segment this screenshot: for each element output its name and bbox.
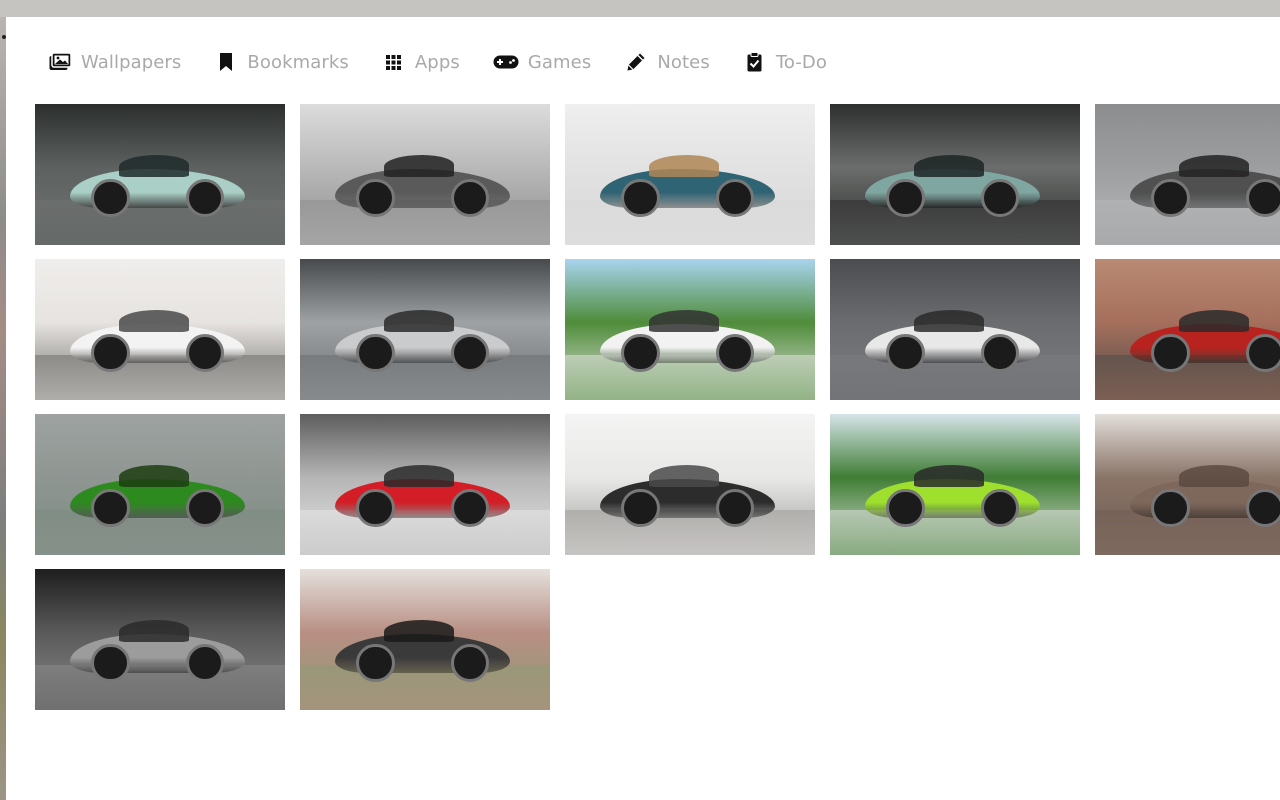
wallpaper-thumbnail[interactable] xyxy=(300,569,550,710)
nav-todo-label: To-Do xyxy=(775,51,827,73)
car-wheel xyxy=(621,178,660,217)
nav-notes[interactable]: Notes xyxy=(624,50,710,74)
car-wheel xyxy=(185,488,224,527)
wallpaper-thumbnail[interactable] xyxy=(1095,414,1280,555)
wallpaper-thumbnail[interactable] xyxy=(565,104,815,245)
bookmark-icon xyxy=(214,50,238,74)
car-wheel xyxy=(1151,333,1190,372)
car-cabin xyxy=(119,620,189,643)
wallpaper-thumbnail[interactable] xyxy=(300,104,550,245)
car-cabin xyxy=(914,155,984,178)
car-wheel xyxy=(450,178,489,217)
nav-games[interactable]: Games xyxy=(493,50,591,74)
car-wheel xyxy=(1151,488,1190,527)
gamepad-icon xyxy=(493,50,519,74)
car-cabin xyxy=(914,310,984,333)
car-wheel xyxy=(450,643,489,682)
car-wheel xyxy=(886,488,925,527)
car-cabin xyxy=(119,155,189,178)
car-cabin xyxy=(384,465,454,488)
car-wheel xyxy=(621,488,660,527)
car-wheel xyxy=(980,178,1019,217)
car-wheel xyxy=(91,643,130,682)
car-cabin xyxy=(119,310,189,333)
wallpaper-thumbnail[interactable] xyxy=(565,414,815,555)
car-wheel xyxy=(356,333,395,372)
wallpaper-thumbnail[interactable] xyxy=(830,259,1080,400)
car-cabin xyxy=(119,465,189,488)
car-wheel xyxy=(1151,178,1190,217)
car-wheel xyxy=(886,178,925,217)
car-wheel xyxy=(185,178,224,217)
car-wheel xyxy=(621,333,660,372)
wallpaper-thumbnail[interactable] xyxy=(830,104,1080,245)
car-wheel xyxy=(356,488,395,527)
car-wheel xyxy=(1245,488,1280,527)
car-cabin xyxy=(384,310,454,333)
grid-icon xyxy=(382,50,406,74)
wallpaper-thumbnail[interactable] xyxy=(35,569,285,710)
nav-apps[interactable]: Apps xyxy=(382,50,460,74)
browser-top-edge xyxy=(0,0,1280,17)
car-cabin xyxy=(384,155,454,178)
wallpaper-thumbnail[interactable] xyxy=(35,414,285,555)
nav-bookmarks[interactable]: Bookmarks xyxy=(214,50,349,74)
nav-games-label: Games xyxy=(527,51,592,73)
clipboard-check-icon xyxy=(743,50,767,74)
car-wheel xyxy=(450,333,489,372)
car-cabin xyxy=(1179,155,1249,178)
car-wheel xyxy=(450,488,489,527)
nav-apps-label: Apps xyxy=(414,51,460,73)
car-wheel xyxy=(91,488,130,527)
car-wheel xyxy=(185,643,224,682)
top-nav: Wallpapers Bookmarks Apps Games Notes To… xyxy=(48,47,860,77)
car-wheel xyxy=(1245,178,1280,217)
nav-wallpapers-label: Wallpapers xyxy=(81,51,182,73)
images-icon xyxy=(48,50,72,74)
car-wheel xyxy=(980,488,1019,527)
car-wheel xyxy=(1245,333,1280,372)
car-cabin xyxy=(649,310,719,333)
car-wheel xyxy=(980,333,1019,372)
wallpaper-thumbnail[interactable] xyxy=(35,104,285,245)
car-cabin xyxy=(384,620,454,643)
car-wheel xyxy=(715,488,754,527)
car-cabin xyxy=(914,465,984,488)
car-wheel xyxy=(185,333,224,372)
wallpaper-thumbnail[interactable] xyxy=(1095,104,1280,245)
new-tab-panel: Wallpapers Bookmarks Apps Games Notes To… xyxy=(6,17,1280,800)
nav-bookmarks-label: Bookmarks xyxy=(247,51,349,73)
nav-todo[interactable]: To-Do xyxy=(743,50,827,74)
car-wheel xyxy=(356,178,395,217)
car-wheel xyxy=(886,333,925,372)
car-cabin xyxy=(649,155,719,178)
car-wheel xyxy=(715,333,754,372)
wallpaper-thumbnail[interactable] xyxy=(565,259,815,400)
car-wheel xyxy=(91,178,130,217)
nav-notes-label: Notes xyxy=(657,51,710,73)
pencil-icon xyxy=(624,50,648,74)
wallpaper-thumbnail[interactable] xyxy=(300,259,550,400)
car-wheel xyxy=(356,643,395,682)
nav-wallpapers[interactable]: Wallpapers xyxy=(48,50,181,74)
wallpaper-thumbnail[interactable] xyxy=(830,414,1080,555)
wallpaper-thumbnail[interactable] xyxy=(300,414,550,555)
car-wheel xyxy=(715,178,754,217)
car-cabin xyxy=(1179,465,1249,488)
car-wheel xyxy=(91,333,130,372)
car-cabin xyxy=(1179,310,1249,333)
wallpaper-thumbnail[interactable] xyxy=(35,259,285,400)
wallpaper-thumbnail[interactable] xyxy=(1095,259,1280,400)
car-cabin xyxy=(649,465,719,488)
